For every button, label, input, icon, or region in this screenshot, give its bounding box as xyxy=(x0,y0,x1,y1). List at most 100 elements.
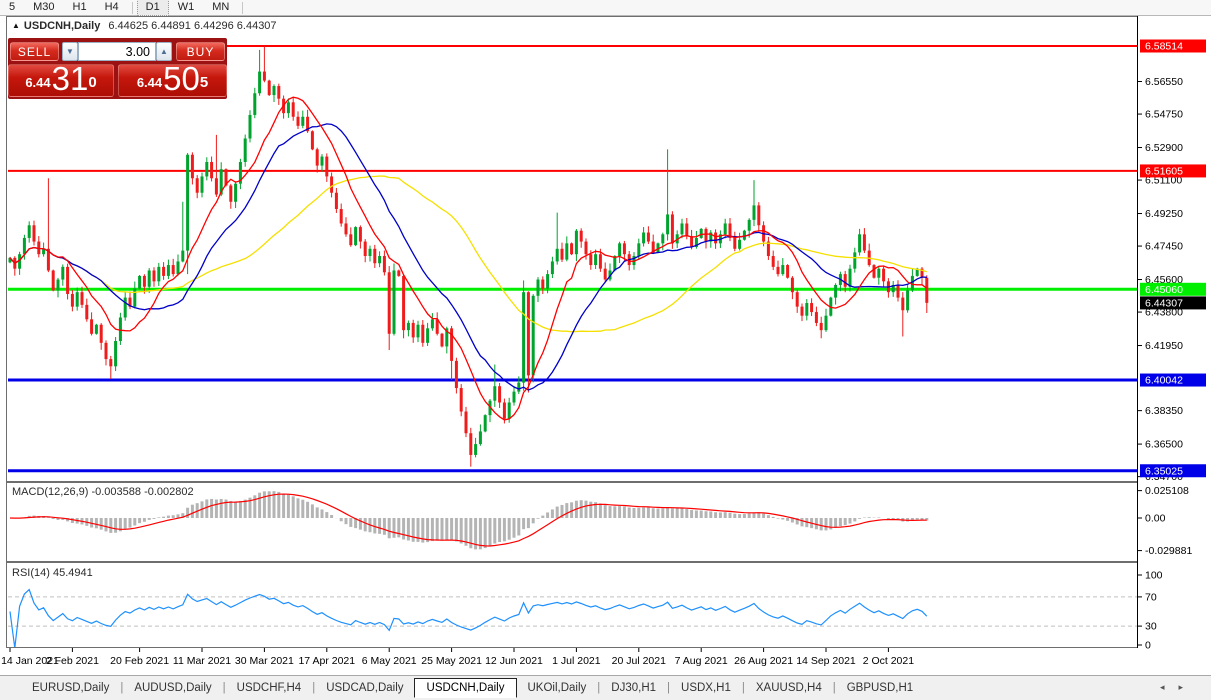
svg-text:6.56550: 6.56550 xyxy=(1145,76,1183,88)
svg-text:0.00: 0.00 xyxy=(1145,513,1166,525)
price-axis: 6.565506.547506.529006.511006.492506.474… xyxy=(1138,40,1206,652)
tab-separator: | xyxy=(120,682,123,694)
sell-price-big-digits: 31 xyxy=(52,64,89,94)
buy-price-big-digits: 50 xyxy=(163,64,200,94)
svg-text:26 Aug 2021: 26 Aug 2021 xyxy=(734,655,793,667)
chart-tab-xauusd[interactable]: XAUUSD,H4 xyxy=(746,679,832,697)
current-price-label: 6.44307 xyxy=(1140,296,1206,309)
trade-panel-controls: SELL ▼ ▲ BUY xyxy=(8,42,227,61)
toolbar-separator xyxy=(242,2,243,14)
ma-medium-line xyxy=(10,124,927,390)
svg-text:25 May 2021: 25 May 2021 xyxy=(421,655,482,667)
chart-tab-ukoil[interactable]: UKOil,Daily xyxy=(517,679,596,697)
svg-text:6.44307: 6.44307 xyxy=(1145,297,1183,309)
timeframe-toolbar: 5M30H1H4 D1W1MN xyxy=(0,0,1211,16)
toolbar-separator xyxy=(132,2,133,14)
chart-ohlc-values: 6.44625 6.44891 6.44296 6.44307 xyxy=(108,20,276,32)
date-axis: 14 Jan 20212 Feb 202120 Feb 202111 Mar 2… xyxy=(1,648,914,667)
svg-text:6 May 2021: 6 May 2021 xyxy=(362,655,417,667)
svg-text:11 Mar 2021: 11 Mar 2021 xyxy=(173,655,231,667)
svg-text:0: 0 xyxy=(1145,640,1151,652)
tab-scroll-left-icon[interactable]: ◂ xyxy=(1160,682,1179,692)
level-price-label: 6.58514 xyxy=(1140,40,1206,53)
tab-separator: | xyxy=(312,682,315,694)
svg-text:20 Jul 2021: 20 Jul 2021 xyxy=(612,655,666,667)
chart-frame: 6.565506.547506.529006.511006.492506.474… xyxy=(0,16,1211,673)
sell-price-pip-digit: 0 xyxy=(88,65,96,101)
tab-separator: | xyxy=(223,682,226,694)
timeframe-button-5[interactable]: 5 xyxy=(0,0,24,15)
level-price-label: 6.45060 xyxy=(1140,283,1206,296)
horizontal-level-lines xyxy=(8,46,1137,471)
macd-indicator-label: MACD(12,26,9) -0.003588 -0.002802 xyxy=(12,486,194,498)
chart-symbol: USDCNH,Daily xyxy=(24,20,100,32)
svg-text:0.025108: 0.025108 xyxy=(1145,485,1189,497)
sell-button[interactable]: SELL xyxy=(10,42,59,61)
tab-separator: | xyxy=(742,682,745,694)
volume-input[interactable] xyxy=(78,42,156,61)
svg-text:6.36500: 6.36500 xyxy=(1145,439,1183,451)
timeframe-button-m30[interactable]: M30 xyxy=(24,0,63,15)
svg-text:70: 70 xyxy=(1145,591,1157,603)
svg-text:6.54750: 6.54750 xyxy=(1145,109,1183,121)
svg-text:100: 100 xyxy=(1145,570,1163,582)
svg-text:6.58514: 6.58514 xyxy=(1145,41,1183,53)
timeframe-button-w1[interactable]: W1 xyxy=(169,0,204,15)
svg-text:30 Mar 2021: 30 Mar 2021 xyxy=(235,655,294,667)
chart-title: ▲ USDCNH,Daily 6.44625 6.44891 6.44296 6.4… xyxy=(12,20,277,32)
collapse-triangle-icon[interactable]: ▲ xyxy=(12,21,20,30)
chart-tab-usdcnh[interactable]: USDCNH,Daily xyxy=(414,678,518,698)
chart-tab-dj30[interactable]: DJ30,H1 xyxy=(601,679,666,697)
svg-text:12 Jun 2021: 12 Jun 2021 xyxy=(485,655,543,667)
volume-increase-button[interactable]: ▲ xyxy=(156,42,172,61)
macd-signal-line xyxy=(10,494,927,546)
rsi-pane-content xyxy=(8,590,1137,648)
candlesticks xyxy=(9,46,929,467)
buy-price-quote[interactable]: 6.44 50 5 xyxy=(118,64,227,97)
tab-scroll-arrows[interactable]: ◂▸ xyxy=(1160,682,1197,693)
svg-text:6.38350: 6.38350 xyxy=(1145,405,1183,417)
timeframe-button-d1[interactable]: D1 xyxy=(137,0,169,16)
chart-tab-usdx[interactable]: USDX,H1 xyxy=(671,679,741,697)
svg-text:6.40042: 6.40042 xyxy=(1145,375,1183,387)
svg-text:17 Apr 2021: 17 Apr 2021 xyxy=(298,655,355,667)
buy-button[interactable]: BUY xyxy=(176,42,225,61)
chart-tab-gbpusd[interactable]: GBPUSD,H1 xyxy=(837,679,923,697)
svg-text:2 Feb 2021: 2 Feb 2021 xyxy=(46,655,99,667)
timeframe-button-h1[interactable]: H1 xyxy=(64,0,96,15)
buy-price-pip-digit: 5 xyxy=(200,65,208,101)
svg-text:2 Oct 2021: 2 Oct 2021 xyxy=(863,655,915,667)
svg-text:14 Sep 2021: 14 Sep 2021 xyxy=(796,655,856,667)
svg-text:6.49250: 6.49250 xyxy=(1145,208,1183,220)
ma-fast-line xyxy=(10,97,927,420)
level-price-label: 6.35025 xyxy=(1140,464,1206,477)
svg-text:6.52900: 6.52900 xyxy=(1145,142,1183,154)
timeframe-button-mn[interactable]: MN xyxy=(203,0,238,15)
chart-tab-bar: EURUSD,Daily|AUDUSD,Daily|USDCHF,H4|USDC… xyxy=(0,675,1211,700)
svg-text:30: 30 xyxy=(1145,621,1157,633)
tab-separator: | xyxy=(833,682,836,694)
chart-tab-usdchf[interactable]: USDCHF,H4 xyxy=(227,679,312,697)
tab-scroll-right-icon[interactable]: ▸ xyxy=(1178,682,1197,692)
sell-price-quote[interactable]: 6.44 31 0 xyxy=(8,64,114,97)
rsi-indicator-label: RSI(14) 45.4941 xyxy=(12,567,93,579)
chart-tab-usdcad[interactable]: USDCAD,Daily xyxy=(316,679,413,697)
chart-tab-audusd[interactable]: AUDUSD,Daily xyxy=(124,679,221,697)
timeframe-button-h4[interactable]: H4 xyxy=(96,0,128,15)
svg-text:-0.029881: -0.029881 xyxy=(1145,545,1192,557)
chart-canvas[interactable]: 6.565506.547506.529006.511006.492506.474… xyxy=(0,16,1211,700)
chart-tab-eurusd[interactable]: EURUSD,Daily xyxy=(22,679,119,697)
sell-price-prefix: 6.44 xyxy=(25,72,50,94)
tab-separator: | xyxy=(597,682,600,694)
svg-text:1 Jul 2021: 1 Jul 2021 xyxy=(552,655,601,667)
svg-text:6.51605: 6.51605 xyxy=(1145,165,1183,177)
svg-text:6.41950: 6.41950 xyxy=(1145,340,1183,352)
svg-text:7 Aug 2021: 7 Aug 2021 xyxy=(675,655,728,667)
volume-decrease-button[interactable]: ▼ xyxy=(62,42,78,61)
svg-text:20 Feb 2021: 20 Feb 2021 xyxy=(110,655,169,667)
terminal-window: 5M30H1H4D1W1MN 6.565506.547506.529006.51… xyxy=(0,0,1211,700)
svg-text:6.47450: 6.47450 xyxy=(1145,241,1183,253)
level-price-label: 6.40042 xyxy=(1140,374,1206,387)
one-click-trading-panel: SELL ▼ ▲ BUY 6.44 31 0 6.44 50 5 xyxy=(8,38,227,99)
svg-text:6.35025: 6.35025 xyxy=(1145,465,1183,477)
